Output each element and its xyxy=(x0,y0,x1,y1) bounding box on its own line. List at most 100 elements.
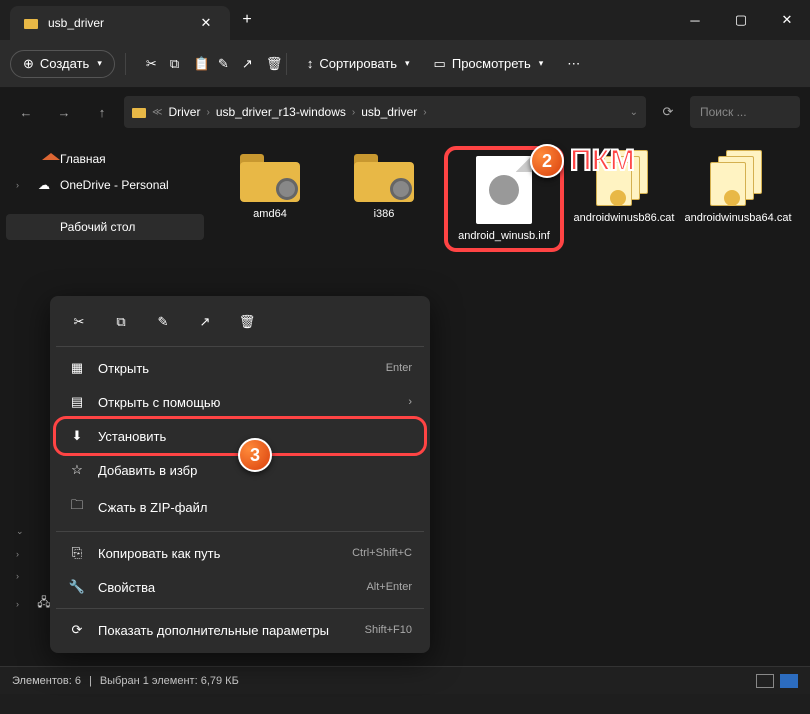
view-switcher xyxy=(756,674,798,688)
folder-item[interactable]: i386 xyxy=(334,150,434,248)
menu-copy-path[interactable]: ⎘ Копировать как путь Ctrl+Shift+C xyxy=(56,536,424,570)
search-input[interactable]: Поиск ... xyxy=(690,96,800,128)
breadcrumb[interactable]: ≪ Driver › usb_driver_r13-windows › usb_… xyxy=(124,96,646,128)
icons-view-button[interactable] xyxy=(780,674,798,688)
menu-more-options[interactable]: ⟳ Показать дополнительные параметры Shif… xyxy=(56,613,424,647)
tab-title: usb_driver xyxy=(48,16,186,30)
properties-icon: 🔧 xyxy=(68,579,86,595)
cut-button[interactable]: ✂ xyxy=(136,50,156,78)
window-tab[interactable]: usb_driver ✕ xyxy=(10,6,230,40)
install-icon: ⬇ xyxy=(68,428,86,444)
sidebar-item-desktop[interactable]: Рабочий стол xyxy=(6,214,204,240)
delete-button[interactable]: 🗑 xyxy=(228,306,266,338)
chevron-right-icon: › xyxy=(423,107,426,118)
forward-button[interactable]: → xyxy=(48,96,80,128)
delete-button[interactable]: 🗑 xyxy=(256,50,276,78)
file-label: i386 xyxy=(374,208,395,220)
view-label: Просмотреть xyxy=(452,56,531,71)
sidebar-item-home[interactable]: Главная xyxy=(6,146,204,172)
open-with-icon: ▤ xyxy=(68,394,86,410)
inf-file-icon xyxy=(476,156,532,224)
create-label: Создать xyxy=(40,56,89,71)
breadcrumb-part[interactable]: Driver xyxy=(168,105,200,119)
folder-icon xyxy=(238,150,302,202)
chevron-down-icon: ▾ xyxy=(539,58,544,69)
folder-icon xyxy=(132,106,146,118)
open-icon: ▦ xyxy=(68,360,86,376)
separator xyxy=(56,608,424,609)
up-button[interactable]: ↑ xyxy=(86,96,118,128)
share-button[interactable]: ↗ xyxy=(186,306,224,338)
close-button[interactable]: ✕ xyxy=(764,0,810,40)
status-count: Элементов: 6 xyxy=(12,675,81,687)
menu-open-with[interactable]: ▤ Открыть с помощью › xyxy=(56,385,424,419)
badge-2: 2 xyxy=(530,144,564,178)
breadcrumb-part[interactable]: usb_driver_r13-windows xyxy=(216,105,346,119)
view-icon: ▭ xyxy=(434,56,446,72)
menu-open[interactable]: ▦ Открыть Enter xyxy=(56,351,424,385)
refresh-button[interactable]: ⟳ xyxy=(652,96,684,128)
statusbar: Элементов: 6 | Выбран 1 элемент: 6,79 КБ xyxy=(0,666,810,694)
file-label: androidwinusb86.cat xyxy=(574,212,675,224)
breadcrumb-part[interactable]: usb_driver xyxy=(361,105,417,119)
chevron-down-icon[interactable]: ⌄ xyxy=(630,107,638,118)
menu-properties[interactable]: 🔧 Свойства Alt+Enter xyxy=(56,570,424,604)
navbar: ← → ↑ ≪ Driver › usb_driver_r13-windows … xyxy=(0,88,810,136)
badge-3: 3 xyxy=(238,438,272,472)
annotation-pkm: 2 ПКМ xyxy=(530,144,635,178)
sort-label: Сортировать xyxy=(319,56,397,71)
sidebar-label: OneDrive - Personal xyxy=(60,178,169,192)
create-button[interactable]: ⊕ Создать ▾ xyxy=(10,50,115,78)
status-selection: Выбран 1 элемент: 6,79 КБ xyxy=(100,675,239,687)
close-tab-icon[interactable]: ✕ xyxy=(196,15,216,31)
shortcut: Shift+F10 xyxy=(365,624,412,636)
cut-button[interactable]: ✂ xyxy=(60,306,98,338)
window-controls: ─ ▢ ✕ xyxy=(672,0,810,40)
copy-path-icon: ⎘ xyxy=(68,545,86,561)
rename-button[interactable]: ✎ xyxy=(144,306,182,338)
details-view-button[interactable] xyxy=(756,674,774,688)
paste-button[interactable]: 📋 xyxy=(184,50,204,78)
menu-label: Сжать в ZIP-файл xyxy=(98,500,412,515)
more-icon: ⟳ xyxy=(68,622,86,638)
chevron-right-icon: › xyxy=(352,107,355,118)
new-tab-button[interactable]: + xyxy=(230,11,264,29)
back-button[interactable]: ← xyxy=(10,96,42,128)
cloud-icon: ☁ xyxy=(36,178,52,192)
menu-label: Открыть xyxy=(98,361,374,376)
minimize-button[interactable]: ─ xyxy=(672,0,718,40)
view-button[interactable]: ▭ Просмотреть ▾ xyxy=(424,50,554,78)
menu-zip[interactable]: 🗀 Сжать в ZIP-файл xyxy=(56,487,424,527)
separator xyxy=(286,53,287,75)
maximize-button[interactable]: ▢ xyxy=(718,0,764,40)
share-button[interactable]: ↗ xyxy=(232,50,252,78)
menu-label: Показать дополнительные параметры xyxy=(98,623,353,638)
rename-button[interactable]: ✎ xyxy=(208,50,228,78)
copy-button[interactable]: ⧉ xyxy=(102,306,140,338)
sidebar-label: Главная xyxy=(60,152,106,166)
shortcut: Enter xyxy=(386,362,412,374)
separator xyxy=(56,531,424,532)
sidebar-item-onedrive[interactable]: › ☁ OneDrive - Personal xyxy=(6,172,204,198)
separator xyxy=(125,53,126,75)
titlebar: usb_driver ✕ + ─ ▢ ✕ xyxy=(0,0,810,40)
star-icon: ☆ xyxy=(68,462,86,478)
toolbar: ⊕ Создать ▾ ✂ ⧉ 📋 ✎ ↗ 🗑 ↕ Сортировать ▾ … xyxy=(0,40,810,88)
plus-icon: ⊕ xyxy=(23,56,34,72)
cat-file-icon xyxy=(710,150,766,206)
pkm-label: ПКМ xyxy=(570,144,635,178)
folder-item[interactable]: amd64 xyxy=(220,150,320,248)
separator xyxy=(56,346,424,347)
more-button[interactable]: ⋯ xyxy=(557,50,590,78)
sort-button[interactable]: ↕ Сортировать ▾ xyxy=(297,50,420,77)
shortcut: Ctrl+Shift+C xyxy=(352,547,412,559)
copy-button[interactable]: ⧉ xyxy=(160,50,180,78)
sort-icon: ↕ xyxy=(307,56,314,71)
context-icon-row: ✂ ⧉ ✎ ↗ 🗑 xyxy=(56,302,424,342)
chevron-right-icon: › xyxy=(16,180,28,190)
menu-label: Открыть с помощью xyxy=(98,395,396,410)
menu-label: Свойства xyxy=(98,580,354,595)
context-menu: ✂ ⧉ ✎ ↗ 🗑 ▦ Открыть Enter ▤ Открыть с по… xyxy=(50,296,430,653)
file-item-cat[interactable]: androidwinusba64.cat xyxy=(688,150,788,248)
chevron-down-icon: ▾ xyxy=(97,58,102,69)
